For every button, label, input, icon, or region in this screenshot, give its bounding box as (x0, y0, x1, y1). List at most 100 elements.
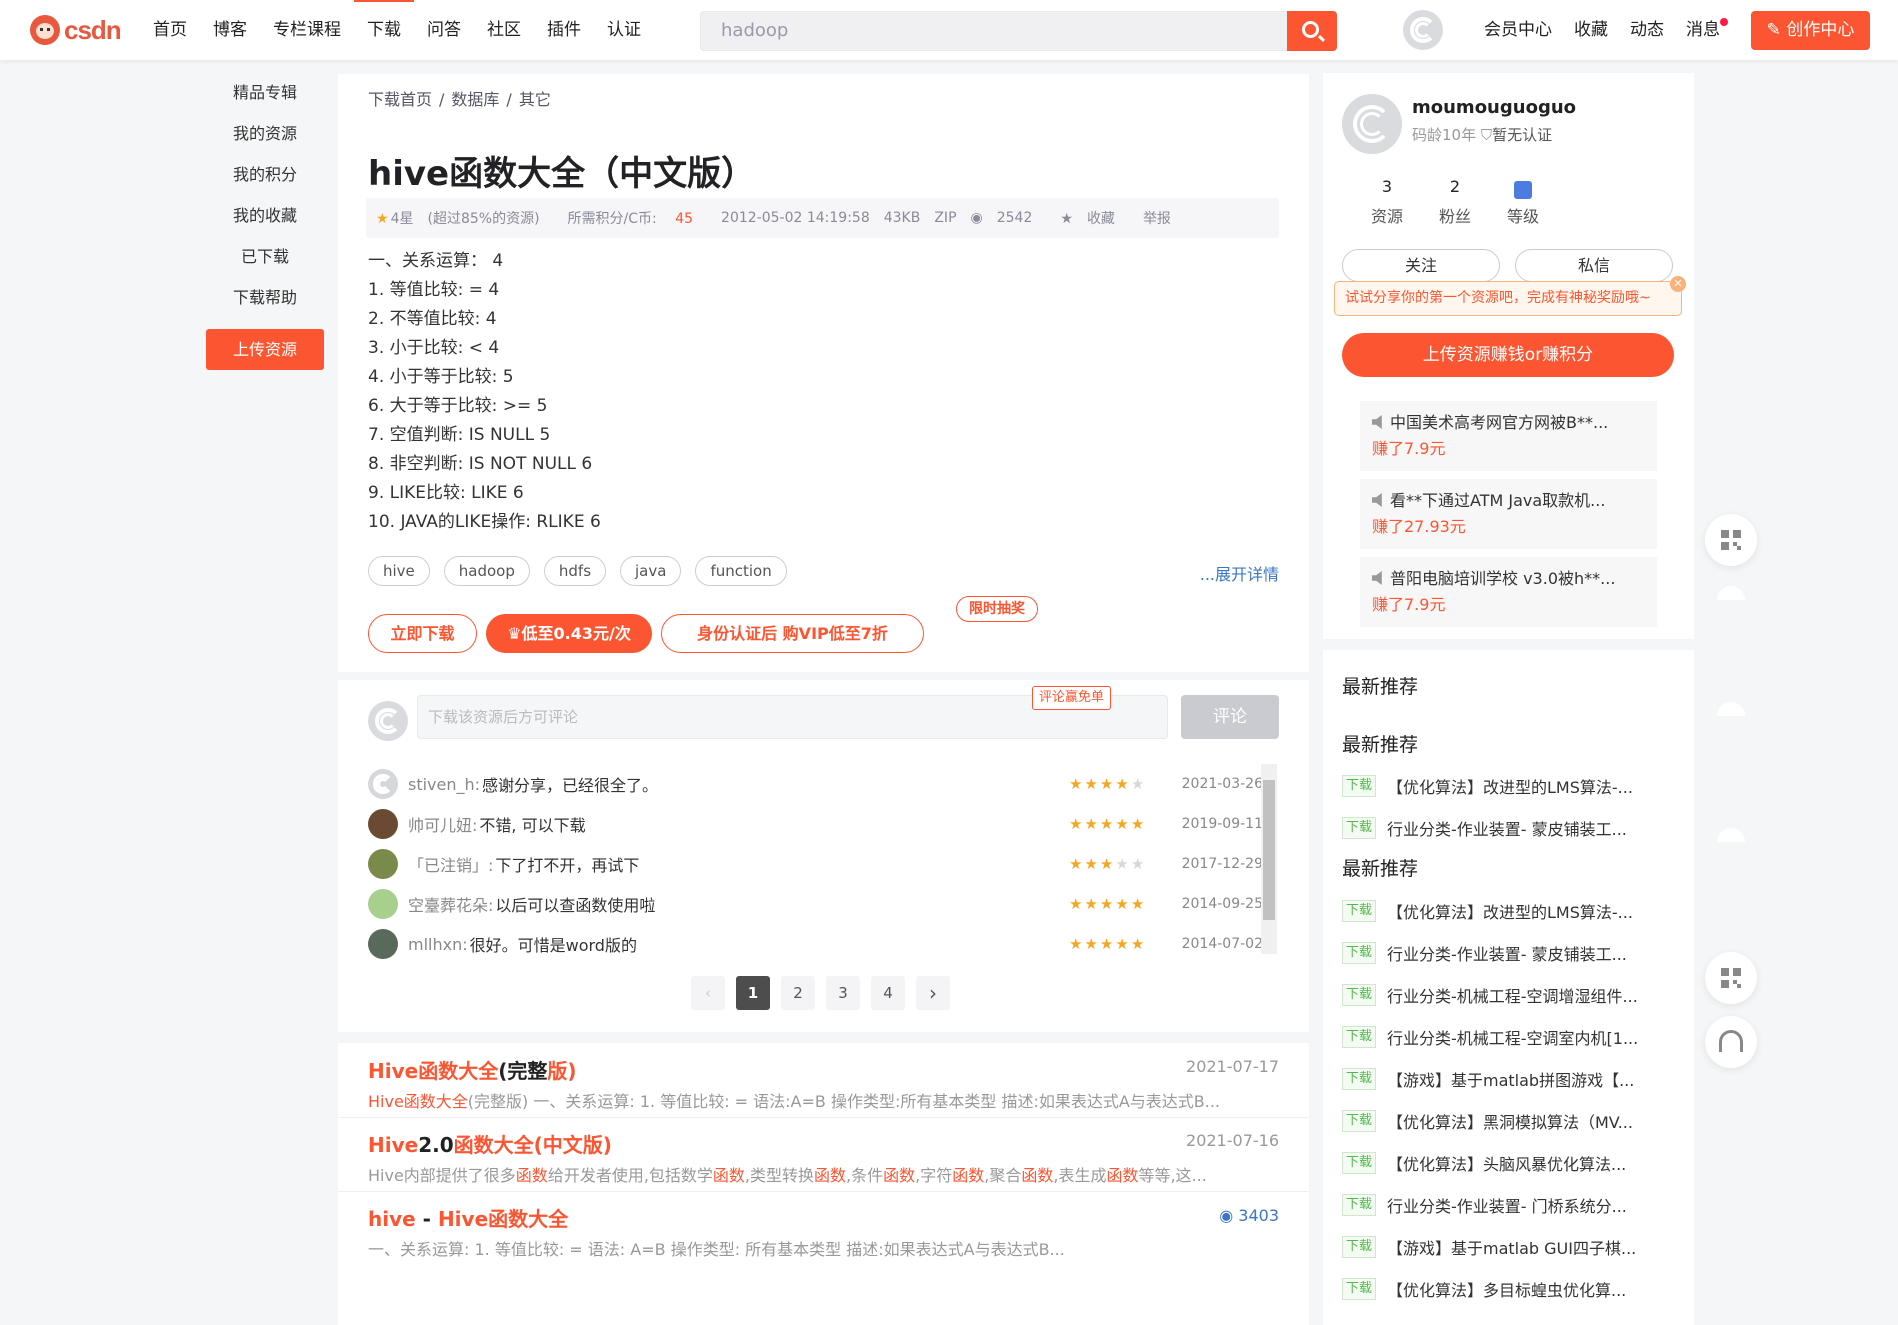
left-nav-item[interactable]: 精品专辑 (206, 72, 324, 113)
download-now-button[interactable]: 立即下载 (368, 614, 477, 653)
nav-item[interactable]: 社区 (474, 0, 534, 60)
recommend-item[interactable]: 下载 行业分类-机械工程-空调增湿组件... (1342, 983, 1682, 1007)
description-line: 8. 非空判断: IS NOT NULL 6 (368, 454, 593, 474)
csdn-logo[interactable]: csdn (30, 14, 122, 46)
close-icon[interactable]: ✕ (1670, 276, 1686, 292)
customer-service-button[interactable] (1705, 1016, 1757, 1068)
related-title[interactable]: hive - Hive函数大全 (368, 1203, 1279, 1232)
nav-item[interactable]: 专栏课程 (260, 0, 354, 60)
recommend-item[interactable]: 下载 【优化算法】黑洞模拟算法（MV... (1342, 1109, 1682, 1133)
recommend-item[interactable]: 下载 【游戏】基于matlab GUI四子棋... (1342, 1235, 1682, 1259)
search-input[interactable]: hadoop (700, 11, 1287, 51)
comment-author[interactable]: 「已注销」: (408, 852, 493, 876)
share-tip: 试试分享你的第一个资源吧，完成有神秘奖励哦~ ✕ (1334, 276, 1686, 316)
comment-avatar[interactable] (368, 769, 398, 799)
tag-chip[interactable]: hadoop (443, 556, 530, 586)
page-button[interactable]: 3 (826, 976, 860, 1010)
qr-code-float-button[interactable] (1705, 952, 1757, 1004)
top-link[interactable]: 动态 (1619, 0, 1675, 60)
top-link[interactable]: 收藏 (1563, 0, 1619, 60)
comment-author[interactable]: mllhxn: (408, 935, 468, 954)
page-button[interactable]: 2 (781, 976, 815, 1010)
comment-author[interactable]: 空臺葬花朵: (408, 892, 493, 916)
breadcrumb-item[interactable]: 其它 (519, 90, 551, 109)
author-name[interactable]: moumouguoguo (1412, 97, 1576, 118)
related-item[interactable]: hive - Hive函数大全 一、关系运算: 1. 等值比较: = 语法: A=… (368, 1203, 1279, 1260)
page-button[interactable]: 4 (871, 976, 905, 1010)
comment-author[interactable]: 帅可儿妞: (408, 812, 477, 836)
comment-scrollbar[interactable] (1261, 764, 1277, 954)
tag-chip[interactable]: java (620, 556, 682, 586)
vip-discount-button[interactable]: 身份认证后 购VIP低至7折 (661, 614, 924, 653)
recommend-item[interactable]: 下载 【优化算法】改进型的LMS算法-... (1342, 899, 1682, 923)
comment-submit-button[interactable]: 评论 (1181, 695, 1279, 739)
nav-item[interactable]: 认证 (594, 0, 654, 60)
author-stat[interactable]: 2 粉丝 (1421, 177, 1489, 227)
qr-code-float-button[interactable] (1705, 514, 1757, 566)
nav-item[interactable]: 插件 (534, 0, 594, 60)
nav-item[interactable]: 问答 (414, 0, 474, 60)
earning-item[interactable]: 中国美术高考网官方网被B**... 赚了7.9元 (1360, 401, 1657, 471)
tag-chip[interactable]: function (695, 556, 787, 586)
earning-item[interactable]: 普阳电脑培训学校 v3.0被h**... 赚了7.9元 (1360, 557, 1657, 627)
left-nav-item[interactable]: 已下载 (206, 236, 324, 277)
page-button[interactable]: 1 (736, 976, 770, 1010)
author-avatar[interactable] (1342, 94, 1402, 154)
expand-details-link[interactable]: ...展开详情 (1200, 561, 1279, 585)
left-nav-item[interactable]: 我的积分 (206, 154, 324, 195)
nav-item[interactable]: 下载 (354, 0, 414, 60)
left-nav-item[interactable]: 下载帮助 (206, 277, 324, 318)
user-avatar[interactable] (1403, 10, 1443, 50)
next-page-button[interactable]: › (916, 976, 950, 1010)
related-item[interactable]: Hive函数大全(完整版) Hive函数大全(完整版) 一、关系运算: 1. 等值… (368, 1055, 1279, 1112)
left-nav-item[interactable]: 我的收藏 (206, 195, 324, 236)
earning-item[interactable]: 看**下通过ATM Java取款机... 赚了27.93元 (1360, 479, 1657, 549)
search-button[interactable] (1287, 11, 1337, 51)
top-link[interactable]: 消息 (1675, 0, 1731, 60)
recommend-item[interactable]: 下载 【优化算法】头脑风暴优化算法... (1342, 1151, 1682, 1175)
comment-row: 帅可儿妞: 不错, 可以下载 ★★★★★ 2019-09-11 (368, 804, 1263, 844)
earning-amount: 赚了7.9元 (1372, 595, 1446, 614)
recommend-item[interactable]: 下载 行业分类-作业装置- 门桥系统分... (1342, 1193, 1682, 1217)
recommend-item[interactable]: 下载 【游戏】基于matlab拼图游戏【... (1342, 1067, 1682, 1091)
upload-earn-button[interactable]: 上传资源赚钱or赚积分 (1342, 333, 1674, 377)
recommend-item[interactable]: 下载 行业分类-作业装置- 蒙皮铺装工... (1342, 941, 1682, 965)
message-button[interactable]: 私信 (1515, 249, 1673, 282)
comment-avatar[interactable] (368, 849, 398, 879)
scrollbar-thumb[interactable] (1263, 780, 1275, 920)
comment-avatar[interactable] (368, 809, 398, 839)
breadcrumb-item[interactable]: 数据库 (451, 90, 499, 109)
author-stat[interactable]: 等级 (1489, 177, 1557, 227)
author-stat[interactable]: 3 资源 (1353, 177, 1421, 227)
related-title[interactable]: Hive函数大全(完整版) (368, 1055, 1279, 1084)
vip-price-button[interactable]: ♛低至0.43元/次 (486, 614, 652, 653)
commenter-avatar (368, 701, 408, 741)
upload-resource-button[interactable]: 上传资源 (206, 329, 324, 370)
related-title-part: 函数大全(中文版) (453, 1133, 612, 1157)
recommend-item[interactable]: 下载 【优化算法】改进型的LMS算法-... (1342, 774, 1682, 798)
create-center-button[interactable]: ✎ 创作中心 (1751, 11, 1870, 50)
follow-button[interactable]: 关注 (1342, 249, 1500, 282)
star-icon: ★ (1115, 895, 1131, 913)
author-stat-label: 等级 (1506, 207, 1539, 226)
recommend-item[interactable]: 下载 行业分类-机械工程-空调室内机[1... (1342, 1025, 1682, 1049)
related-title[interactable]: Hive2.0函数大全(中文版) (368, 1129, 1279, 1158)
tag-chip[interactable]: hdfs (543, 556, 607, 586)
collect-button[interactable]: ★ 收藏 (1060, 208, 1129, 228)
comment-author[interactable]: stiven_h: (408, 775, 480, 794)
nav-item[interactable]: 首页 (140, 0, 200, 60)
tag-chip[interactable]: hive (368, 556, 430, 586)
related-title-part: Hive (368, 1133, 419, 1157)
comment-avatar[interactable] (368, 929, 398, 959)
recommend-item[interactable]: 下载 行业分类-作业装置- 蒙皮铺装工... (1342, 816, 1682, 840)
share-tip-text: 试试分享你的第一个资源吧，完成有神秘奖励哦~ (1345, 290, 1651, 306)
prev-page-button[interactable]: ‹ (691, 976, 725, 1010)
top-link[interactable]: 会员中心 (1473, 0, 1563, 60)
breadcrumb-item[interactable]: 下载首页 (368, 90, 432, 109)
recommend-item[interactable]: 下载 【优化算法】多目标蝗虫优化算... (1342, 1277, 1682, 1301)
related-item[interactable]: Hive2.0函数大全(中文版) Hive内部提供了很多函数给开发者使用,包括数学… (368, 1129, 1279, 1186)
left-nav-item[interactable]: 我的资源 (206, 113, 324, 154)
comment-avatar[interactable] (368, 889, 398, 919)
nav-item[interactable]: 博客 (200, 0, 260, 60)
report-link[interactable]: 举报 (1143, 208, 1171, 228)
